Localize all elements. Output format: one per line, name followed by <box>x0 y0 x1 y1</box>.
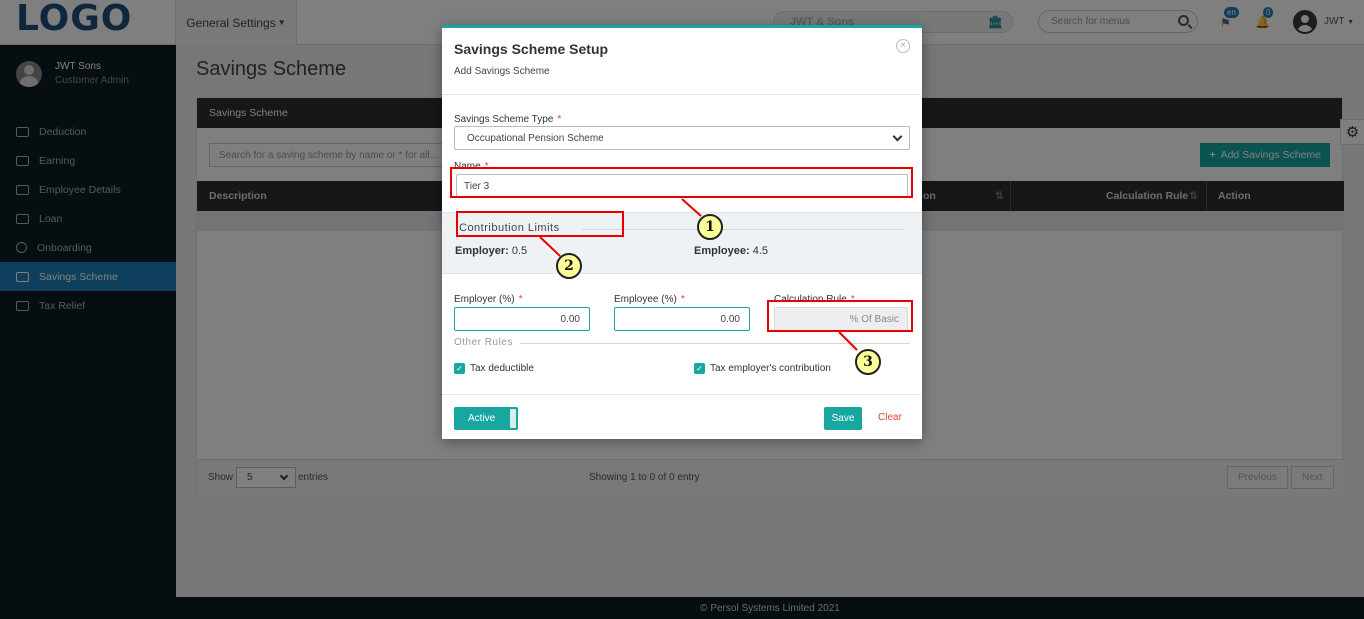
scheme-type-value: Occupational Pension Scheme <box>467 132 604 144</box>
active-toggle[interactable]: Active <box>454 407 518 430</box>
employee-pct-label-text: Employee (%) <box>614 294 677 305</box>
employer-pct-label: Employer (%) * <box>454 294 522 305</box>
modal-footer-divider <box>442 394 922 395</box>
modal-subtitle: Add Savings Scheme <box>454 66 550 77</box>
section-divider <box>520 343 910 344</box>
employee-limit: Employee: 4.5 <box>694 245 768 257</box>
save-button[interactable]: Save <box>824 407 862 430</box>
section-divider <box>582 229 904 230</box>
callout-marker: 2 <box>556 253 582 279</box>
active-toggle-label: Active <box>468 413 496 424</box>
tax-employer-contribution-checkbox[interactable]: ✓ <box>694 363 705 374</box>
close-icon[interactable]: × <box>896 39 910 53</box>
employee-pct-value: 0.00 <box>720 313 740 325</box>
chevron-down-icon <box>892 131 903 142</box>
employee-limit-label: Employee: <box>694 245 750 257</box>
required-mark: * <box>680 294 685 305</box>
scheme-type-select[interactable]: Occupational Pension Scheme <box>454 126 910 150</box>
employer-pct-value: 0.00 <box>560 313 580 325</box>
clear-button[interactable]: Clear <box>878 412 902 423</box>
tax-deductible-label: Tax deductible <box>470 363 534 374</box>
scheme-type-label: Savings Scheme Type * <box>454 114 561 125</box>
scheme-type-label-text: Savings Scheme Type <box>454 114 554 125</box>
callout-marker: 3 <box>855 349 881 375</box>
required-mark: * <box>518 294 523 305</box>
highlight-box-contribution-limits <box>456 211 624 237</box>
employer-limit-label: Employer: <box>455 245 509 257</box>
highlight-box-calculation-rule <box>767 300 913 332</box>
modal-header-divider <box>442 94 922 95</box>
highlight-box-name <box>450 167 913 198</box>
tax-employer-contribution-label: Tax employer's contribution <box>710 363 831 374</box>
tax-deductible-checkbox[interactable]: ✓ <box>454 363 465 374</box>
modal-title: Savings Scheme Setup <box>454 41 609 57</box>
employee-pct-label: Employee (%) * <box>614 294 685 305</box>
required-mark: * <box>557 114 562 125</box>
employer-pct-input[interactable]: 0.00 <box>454 307 590 331</box>
employer-limit: Employer: 0.5 <box>455 245 527 257</box>
employer-limit-value: 0.5 <box>511 245 528 257</box>
employer-pct-label-text: Employer (%) <box>454 294 515 305</box>
employee-pct-input[interactable]: 0.00 <box>614 307 750 331</box>
callout-marker: 1 <box>697 214 723 240</box>
other-rules-title: Other Rules <box>454 337 513 348</box>
employee-limit-value: 4.5 <box>752 245 768 257</box>
